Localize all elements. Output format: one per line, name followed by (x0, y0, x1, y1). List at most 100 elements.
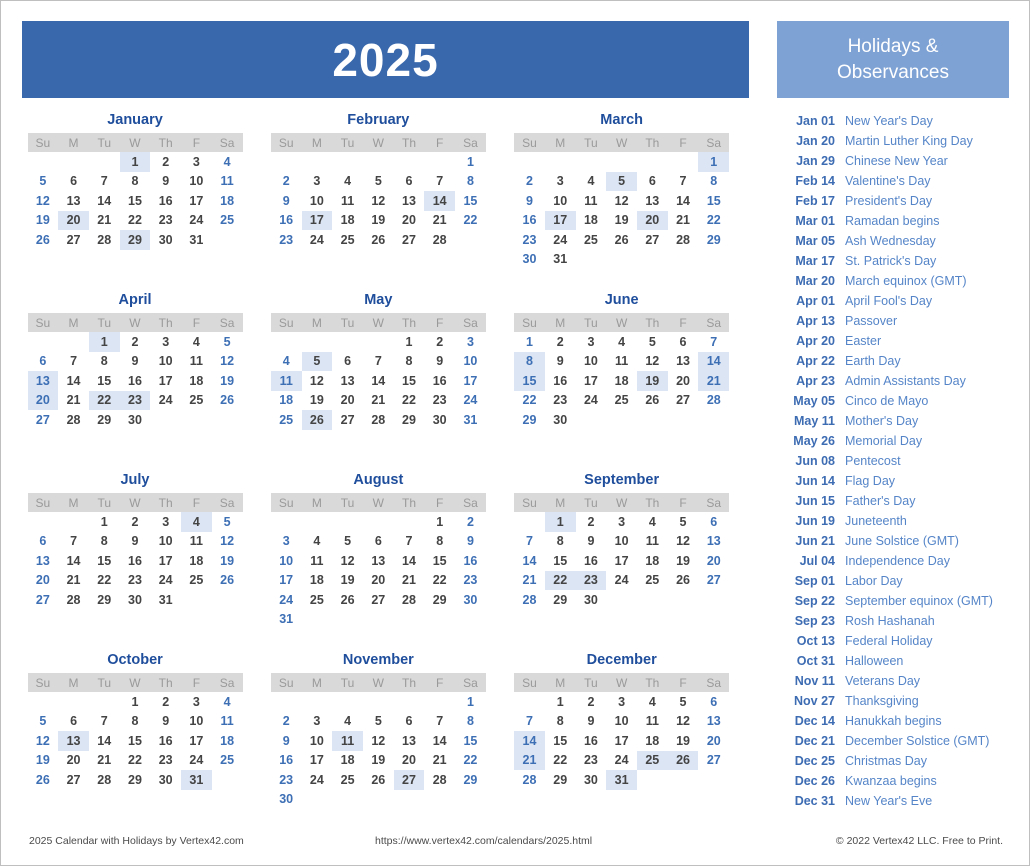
day-cell: 6 (648, 174, 656, 189)
week-row: 11 12 13 14 15 16 17 (270, 371, 486, 391)
day-cell-empty (576, 410, 607, 430)
day-cell: 24 (189, 213, 204, 228)
day-cell: 15 (553, 553, 568, 568)
day-cell: 3 (466, 334, 474, 349)
holiday-date: Sep 01 (794, 574, 835, 588)
day-cell: 10 (158, 354, 173, 369)
day-cell: 25 (220, 213, 235, 228)
day-cell-empty (698, 770, 729, 790)
weekday-header-su: Su (27, 673, 59, 692)
weekday-header-tu: Tu (332, 673, 363, 692)
day-cell: 6 (39, 534, 47, 549)
day-cell-empty (606, 152, 637, 172)
footer-copyright: © 2022 Vertex42 LLC. Free to Print. (835, 835, 1003, 847)
day-cell: 28 (706, 393, 721, 408)
holiday-date: Sep 23 (794, 614, 835, 628)
day-cell: 2 (526, 174, 533, 189)
day-cell-empty (424, 152, 455, 172)
weekday-header-row: Su M Tu W Th F Sa (27, 673, 243, 692)
day-cell: 23 (119, 390, 151, 410)
day-cell: 20 (402, 213, 416, 228)
weekday-header-f: F (667, 133, 699, 152)
day-cell: 19 (676, 733, 690, 748)
holiday-name: President's Day (845, 194, 933, 208)
day-cell: 4 (223, 154, 231, 169)
day-cell: 8 (100, 534, 108, 549)
day-cell-empty (576, 152, 607, 172)
holiday-name: Thanksgiving (845, 694, 919, 708)
weekday-header-f: F (667, 313, 699, 332)
day-cell: 4 (313, 534, 321, 549)
day-cell: 25 (340, 772, 355, 787)
day-cell: 13 (402, 733, 416, 748)
week-row: 25 26 27 28 29 30 31 (271, 410, 486, 430)
weekday-header-tu: Tu (575, 673, 607, 692)
day-cell: 29 (553, 592, 568, 607)
day-cell: 13 (706, 534, 721, 549)
holiday-date: Dec 25 (794, 754, 835, 768)
day-cell: 15 (432, 553, 447, 568)
month-title: June (604, 292, 639, 308)
day-cell-empty (394, 790, 425, 810)
day-cell: 1 (405, 334, 413, 349)
day-cell: 30 (279, 792, 294, 807)
day-cell-empty (514, 152, 545, 172)
day-cell: 3 (556, 174, 564, 189)
day-cell: 7 (679, 174, 687, 189)
holiday-name: New Year's Eve (845, 794, 933, 808)
day-cell: 23 (279, 232, 294, 247)
day-cell: 1 (698, 152, 730, 172)
weekday-header-su: Su (27, 133, 59, 152)
day-cell-empty (89, 152, 120, 172)
footer-url[interactable]: https://www.vertex42.com/calendars/2025.… (375, 835, 592, 847)
day-cell: 4 (648, 694, 656, 709)
day-cell: 12 (340, 553, 355, 568)
holiday-name: Ash Wednesday (845, 234, 936, 248)
day-cell: 1 (88, 332, 120, 352)
day-cell: 21 (522, 573, 537, 588)
day-cell: 26 (35, 232, 50, 247)
holidays-title-line2: Observances (837, 61, 949, 83)
holiday-row: Dec 26 Kwanzaa begins (777, 774, 1023, 794)
weekday-header-su: Su (270, 313, 302, 332)
holiday-name: April Fool's Day (845, 294, 933, 308)
day-cell: 13 (706, 714, 721, 729)
month-title: January (107, 112, 163, 128)
day-cell: 18 (279, 393, 294, 408)
day-cell: 22 (128, 213, 142, 228)
day-cell: 3 (162, 334, 170, 349)
day-cell: 14 (66, 373, 81, 388)
day-cell: 7 (405, 534, 413, 549)
day-cell: 30 (158, 772, 173, 787)
week-row: 1 2 3 4 (28, 692, 243, 712)
day-cell: 30 (158, 232, 173, 247)
day-cell: 25 (583, 232, 598, 247)
weekday-header-m: M (544, 673, 576, 692)
weekday-header-m: M (544, 493, 576, 512)
day-cell: 6 (679, 334, 687, 349)
day-cell: 23 (575, 570, 607, 590)
week-row: 6 7 8 9 10 11 12 (28, 532, 243, 552)
weekday-header-su: Su (27, 493, 59, 512)
weekday-header-su: Su (270, 133, 302, 152)
weekday-header-row: Su M Tu W Th F Sa (514, 493, 730, 512)
holiday-row: Apr 20 Easter (777, 334, 1023, 354)
week-row: 23 24 25 26 27 28 (271, 230, 486, 250)
day-cell: 6 (405, 714, 413, 729)
weekday-header-row: Su M Tu W Th F Sa (514, 673, 730, 692)
day-cell-empty (698, 410, 729, 430)
day-cell: 20 (636, 210, 668, 230)
day-cell: 8 (100, 354, 108, 369)
day-cell: 4 (282, 354, 290, 369)
day-cell-empty (89, 692, 120, 712)
week-row: 30 (271, 790, 486, 810)
holiday-date: Apr 13 (796, 314, 835, 328)
day-cell-empty (455, 610, 486, 630)
day-cell-empty (668, 250, 699, 270)
day-cell: 9 (526, 193, 533, 208)
holiday-row: Jun 21 June Solstice (GMT) (777, 534, 1023, 554)
week-row: 2 3 456 7 8 (514, 171, 729, 191)
holiday-name: Memorial Day (845, 434, 923, 448)
day-cell: 22 (706, 213, 721, 228)
day-cell: 5 (301, 351, 333, 371)
